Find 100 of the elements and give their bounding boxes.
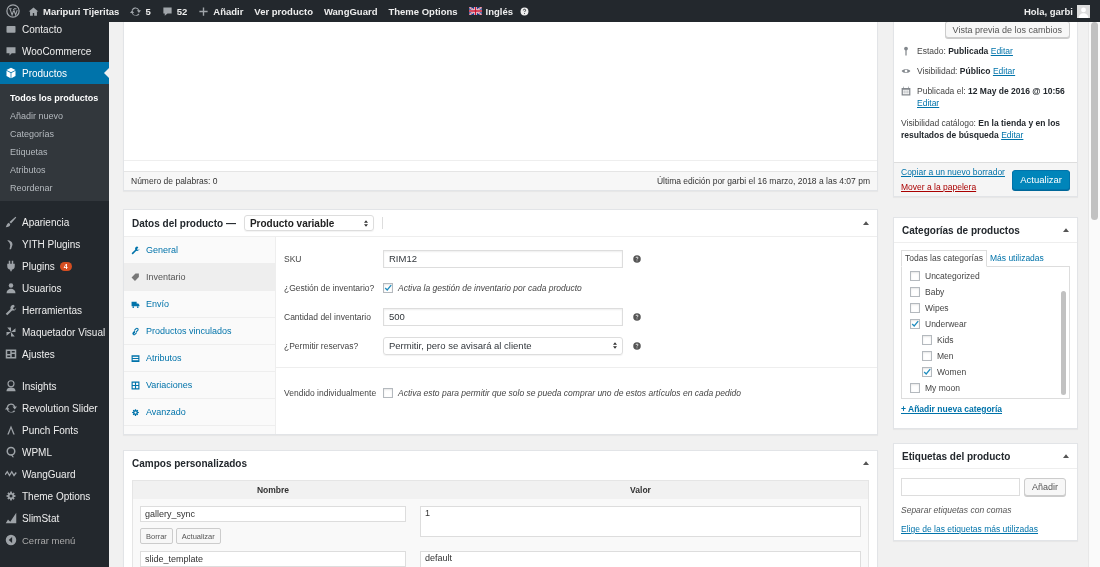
- admin-bar-item[interactable]: Inglés: [468, 5, 530, 17]
- plus-icon: [198, 5, 210, 17]
- edit-link[interactable]: Editar: [917, 98, 940, 108]
- submenu-item[interactable]: Etiquetas: [0, 143, 109, 161]
- tag-field[interactable]: [901, 478, 1020, 496]
- add-button[interactable]: Añadir: [1024, 478, 1066, 496]
- word-count: Número de palabras: 0: [131, 176, 218, 186]
- wave-icon: [5, 468, 17, 480]
- collapse-arrow-icon[interactable]: [1063, 228, 1069, 232]
- sidebar-item[interactable]: Theme Options: [0, 485, 109, 507]
- help-icon[interactable]: [633, 254, 641, 263]
- panel-title: Datos del producto —: [132, 217, 236, 229]
- value-field[interactable]: default: [420, 551, 861, 567]
- admin-bar-item[interactable]: 52: [161, 5, 188, 17]
- category-label: Baby: [925, 287, 945, 297]
- refresh-icon: [130, 5, 142, 17]
- sidebar-item[interactable]: Apariencia: [0, 211, 109, 233]
- checkbox[interactable]: [910, 271, 920, 281]
- panel-title: Categorías de productos: [902, 224, 1020, 236]
- edit-link[interactable]: Editar: [990, 46, 1013, 56]
- collapse-icon: [5, 534, 17, 546]
- panel-tab[interactable]: Inventario: [124, 264, 275, 291]
- checkbox[interactable]: [922, 367, 932, 377]
- panel-title: Etiquetas del producto: [902, 450, 1011, 462]
- sidebar-item[interactable]: SlimStat: [0, 507, 109, 529]
- submenu-item[interactable]: Añadir nuevo: [0, 107, 109, 125]
- text-field[interactable]: 500: [383, 307, 623, 326]
- sidebar-item[interactable]: YITH Plugins: [0, 233, 109, 255]
- trash-link[interactable]: Mover a la papelera: [901, 182, 1005, 192]
- category-label: Underwear: [925, 319, 967, 329]
- field-description: Activa esto para permitir que solo se pueda comprar uno de estos artículos en cada pedido: [398, 387, 742, 398]
- admin-bar-item[interactable]: Theme Options: [388, 5, 458, 17]
- category-label: Men: [937, 351, 954, 361]
- eye-icon: [901, 66, 911, 76]
- sidebar-item[interactable]: Insights: [0, 375, 109, 397]
- help-icon[interactable]: [633, 341, 641, 350]
- submenu-item[interactable]: Atributos: [0, 161, 109, 179]
- update-button[interactable]: Actualizar: [1012, 169, 1070, 190]
- checkbox[interactable]: [910, 383, 920, 393]
- tag-icon: [131, 272, 140, 282]
- field-description: Activa la gestión de inventario por cada producto: [398, 282, 582, 293]
- checkbox[interactable]: [922, 351, 932, 361]
- triangle-icon: [5, 424, 17, 436]
- category-tab[interactable]: Todas las categorías: [901, 250, 987, 267]
- meta-text: Visibilidad catálogo: En la tienda y en los resultados de búsqueda Editar: [901, 117, 1062, 141]
- account-menu[interactable]: Hola, garbi: [1023, 4, 1090, 18]
- sidebar-item[interactable]: Revolution Slider: [0, 397, 109, 419]
- checkbox[interactable]: [910, 303, 920, 313]
- checkbox[interactable]: [910, 287, 920, 297]
- admin-bar-item[interactable]: Ver producto: [254, 5, 313, 17]
- submenu-item[interactable]: Categorías: [0, 125, 109, 143]
- edit-link[interactable]: Editar: [1001, 130, 1024, 140]
- checkbox[interactable]: [910, 319, 920, 329]
- sidebar-item[interactable]: Herramientas: [0, 299, 109, 321]
- submenu-item[interactable]: Reordenar: [0, 179, 109, 197]
- sidebar-item[interactable]: Productos: [0, 62, 109, 84]
- wrench-icon: [131, 245, 140, 255]
- submenu-item[interactable]: Todos los productos: [0, 89, 109, 107]
- collapse-arrow-icon[interactable]: [863, 461, 869, 465]
- sidebar-item[interactable]: WangGuard: [0, 463, 109, 485]
- sidebar-item[interactable]: WPML: [0, 441, 109, 463]
- copy-draft-link[interactable]: Copiar a un nuevo borrador: [901, 167, 1005, 177]
- admin-bar-item[interactable]: Maripuri Tijeritas: [28, 5, 120, 17]
- select-field[interactable]: Permitir, pero se avisará al cliente: [383, 336, 623, 355]
- checkbox[interactable]: [383, 282, 393, 293]
- sidebar-item[interactable]: Cerrar menú: [0, 529, 109, 551]
- meta-text: Visibilidad: Público Editar: [917, 65, 1016, 77]
- checkbox[interactable]: [922, 335, 932, 345]
- collapse-arrow-icon[interactable]: [863, 221, 869, 225]
- name-field[interactable]: slide_template: [140, 551, 406, 567]
- checkbox[interactable]: [383, 387, 393, 398]
- popular-tags-link[interactable]: Elige de las etiquetas más utilizadas: [901, 524, 1039, 534]
- logo-icon[interactable]: [6, 4, 20, 18]
- sidebar-item[interactable]: Ajustes: [0, 343, 109, 365]
- field-label: SKU: [284, 253, 303, 264]
- sidebar-item[interactable]: WooCommerce: [0, 40, 109, 62]
- admin-bar-item[interactable]: 5: [130, 5, 151, 17]
- field-label: Cantidad del inventario: [284, 311, 372, 322]
- add-category-link[interactable]: + Añadir nueva categoría: [901, 404, 1002, 414]
- calendar-icon: [901, 86, 911, 96]
- category-tab[interactable]: Más utilizadas: [986, 251, 1047, 266]
- collapse-arrow-icon[interactable]: [1063, 454, 1069, 458]
- sidebar-item[interactable]: Usuarios: [0, 277, 109, 299]
- admin-bar-item[interactable]: WangGuard: [323, 5, 378, 17]
- avatar-icon: [1077, 4, 1090, 18]
- sidebar-item[interactable]: Punch Fonts: [0, 419, 109, 441]
- sidebar-item[interactable]: Maquetador Visual: [0, 321, 109, 343]
- help-icon: [520, 6, 530, 16]
- text-field[interactable]: RIM12: [383, 249, 623, 268]
- help-icon[interactable]: [633, 312, 641, 321]
- product-type-select[interactable]: Producto variable: [243, 215, 374, 231]
- scrollbar[interactable]: [1088, 22, 1100, 567]
- sidebar-item[interactable]: Contacto: [0, 22, 109, 40]
- plug-icon: [5, 260, 17, 272]
- value-field[interactable]: 1: [420, 506, 861, 537]
- name-field[interactable]: gallery_sync: [140, 506, 406, 522]
- category-label: My moon: [925, 383, 960, 393]
- truck-icon: [131, 299, 140, 309]
- edit-link[interactable]: Editar: [992, 66, 1016, 76]
- admin-bar-item[interactable]: Añadir: [198, 5, 244, 17]
